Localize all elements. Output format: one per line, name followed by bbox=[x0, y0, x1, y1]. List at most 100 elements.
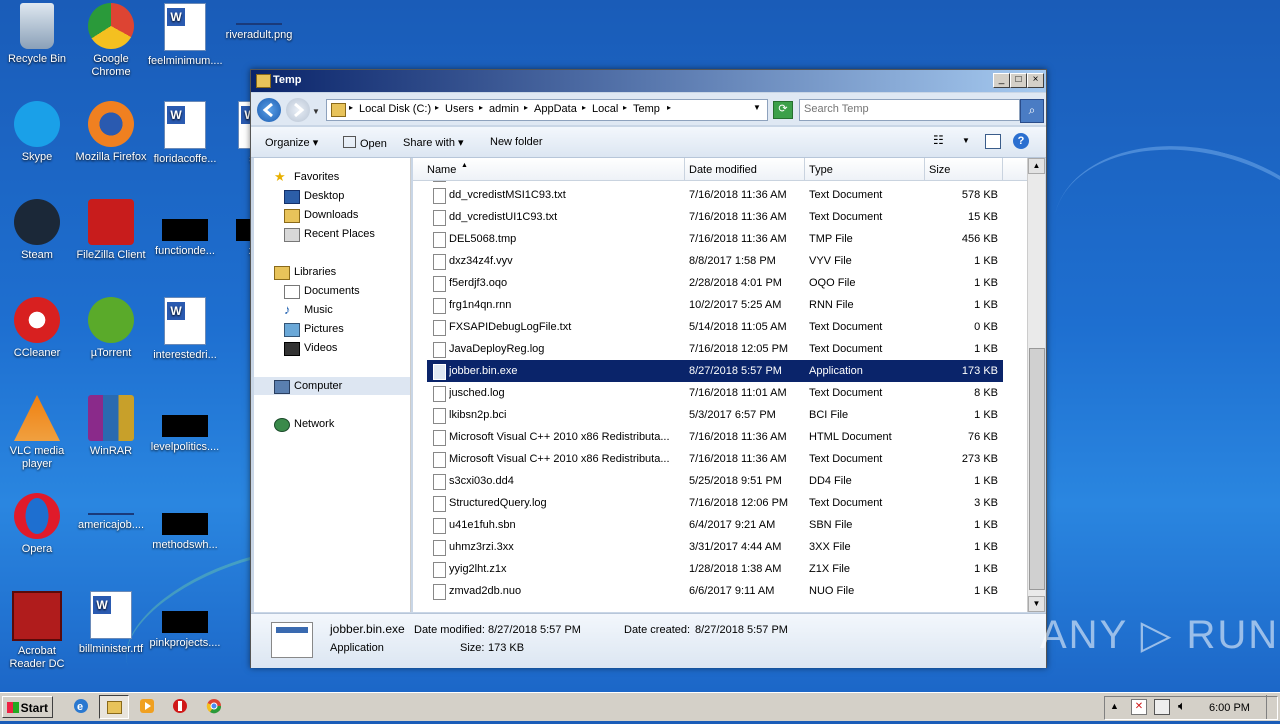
file-row[interactable]: Microsoft Visual C++ 2010 x86 Redistribu… bbox=[427, 448, 1003, 470]
file-row[interactable]: dd_vcredistMSI1C93.txt 7/16/2018 11:36 AM… bbox=[427, 184, 1003, 206]
show-hidden-icons-icon[interactable]: ▲ bbox=[1110, 701, 1119, 711]
desktop-icon-skype[interactable]: Skype bbox=[0, 101, 74, 164]
file-row[interactable]: zmvad2db.nuo 6/6/2017 9:11 AM NUO File 1 KB bbox=[427, 580, 1003, 602]
breadcrumb-separator[interactable]: ▸ bbox=[582, 103, 586, 112]
media-player-icon[interactable] bbox=[138, 697, 156, 715]
nav-computer[interactable]: Computer bbox=[254, 377, 410, 395]
clock[interactable]: 6:00 PM bbox=[1209, 702, 1250, 714]
desktop-icon-interestedri[interactable]: Winterestedri... bbox=[148, 297, 222, 362]
breadcrumb-admin[interactable]: admin bbox=[489, 103, 519, 115]
file-row[interactable]: yyig2lht.z1x 1/28/2018 1:38 AM Z1X File 1 K… bbox=[427, 558, 1003, 580]
chrome-icon[interactable] bbox=[205, 697, 223, 715]
scroll-down-icon[interactable]: ▼ bbox=[1028, 596, 1045, 612]
action-center-icon[interactable]: ✕ bbox=[1131, 699, 1147, 715]
file-row[interactable]: u41e1fuh.sbn 6/4/2017 9:21 AM SBN File 1 KB bbox=[427, 514, 1003, 536]
breadcrumb-local[interactable]: Local bbox=[592, 103, 618, 115]
desktop-icon-functionde[interactable]: functionde... bbox=[148, 199, 222, 258]
start-button[interactable]: Start bbox=[2, 696, 53, 718]
share-with-button[interactable]: Share with ▾ bbox=[403, 136, 464, 149]
file-row[interactable]: jobber.bin.exe 8/27/2018 5:57 PM Applicati… bbox=[427, 360, 1003, 382]
internet-explorer-icon[interactable]: e bbox=[72, 697, 90, 715]
address-dropdown-icon[interactable]: ▼ bbox=[753, 103, 761, 112]
file-row[interactable]: f5erdjf3.oqo 2/28/2018 4:01 PM OQO File 1 K… bbox=[427, 272, 1003, 294]
desktop-icon-levelpolitics[interactable]: levelpolitics.... bbox=[148, 395, 222, 454]
file-row[interactable]: uhmz3rzi.3xx 3/31/2017 4:44 AM 3XX File 1 K… bbox=[427, 536, 1003, 558]
preview-pane-icon[interactable] bbox=[985, 134, 1001, 149]
desktop-icon-steam[interactable]: Steam bbox=[0, 199, 74, 262]
column-divider[interactable] bbox=[1002, 158, 1003, 180]
file-row[interactable]: jusched.log 7/16/2018 11:01 AM Text Docume… bbox=[427, 382, 1003, 404]
file-row[interactable]: dd_vcredistUI1C93.txt 7/16/2018 11:36 AM T… bbox=[427, 206, 1003, 228]
close-button[interactable]: × bbox=[1027, 73, 1044, 88]
desktop-icon-riveradult-png[interactable]: riveradult.png bbox=[222, 3, 296, 42]
network-tray-icon[interactable] bbox=[1154, 699, 1170, 715]
breadcrumb-separator[interactable]: ▸ bbox=[435, 103, 439, 112]
desktop-icon-vlc-media-player[interactable]: VLC media player bbox=[0, 395, 74, 471]
show-desktop-button[interactable] bbox=[1266, 695, 1279, 719]
open-button[interactable]: Open bbox=[343, 136, 387, 150]
antivirus-icon[interactable] bbox=[171, 697, 189, 715]
breadcrumb-separator[interactable]: ▸ bbox=[623, 103, 627, 112]
file-row[interactable]: DEL5068.tmp 7/16/2018 11:36 AM TMP File 456… bbox=[427, 228, 1003, 250]
file-row[interactable]: frg1n4qn.rnn 10/2/2017 5:25 AM RNN File 1 K… bbox=[427, 294, 1003, 316]
column-divider[interactable] bbox=[804, 158, 805, 180]
view-dropdown-icon[interactable]: ▼ bbox=[962, 136, 970, 145]
desktop-icon-filezilla-client[interactable]: FileZilla Client bbox=[74, 199, 148, 262]
forward-button[interactable] bbox=[286, 98, 310, 122]
breadcrumb-separator[interactable]: ▸ bbox=[349, 103, 353, 112]
nav-desktop[interactable]: Desktop bbox=[254, 187, 410, 205]
breadcrumb-appdata[interactable]: AppData bbox=[534, 103, 577, 115]
breadcrumb-separator[interactable]: ▸ bbox=[524, 103, 528, 112]
file-row[interactable]: StructuredQuery.log 7/16/2018 12:06 PM Tex… bbox=[427, 492, 1003, 514]
windows-explorer-taskbar-button[interactable] bbox=[99, 695, 129, 719]
search-input[interactable] bbox=[800, 100, 1008, 118]
search-button[interactable]: ⌕ bbox=[1020, 99, 1044, 123]
scroll-up-icon[interactable]: ▲ bbox=[1028, 158, 1045, 174]
nav-music[interactable]: ♪ Music bbox=[254, 301, 410, 319]
desktop-icon-google-chrome[interactable]: Google Chrome bbox=[74, 3, 148, 79]
search-box[interactable] bbox=[799, 99, 1020, 121]
column-divider[interactable] bbox=[684, 158, 685, 180]
breadcrumb-temp[interactable]: Temp bbox=[633, 103, 660, 115]
refresh-button[interactable]: ⟳ bbox=[773, 101, 793, 119]
title-bar[interactable]: Temp _ □ × bbox=[251, 70, 1046, 92]
maximize-button[interactable]: □ bbox=[1010, 73, 1027, 88]
breadcrumb[interactable]: ▸ Local Disk (C:) ▸ Users ▸ admin ▸ AppD… bbox=[326, 99, 768, 121]
file-row[interactable]: FXSAPIDebugLogFile.txt 5/14/2018 11:05 AM… bbox=[427, 316, 1003, 338]
desktop-icon-ccleaner[interactable]: CCleaner bbox=[0, 297, 74, 360]
nav-pictures[interactable]: Pictures bbox=[254, 320, 410, 338]
organize-button[interactable]: Organize ▾ bbox=[265, 136, 318, 149]
column-header-type[interactable]: Type bbox=[809, 164, 833, 176]
desktop-icon-torrent[interactable]: µTorrent bbox=[74, 297, 148, 360]
desktop-icon-methodswh[interactable]: methodswh... bbox=[148, 493, 222, 552]
minimize-button[interactable]: _ bbox=[993, 73, 1010, 88]
view-options-icon[interactable]: ☷ bbox=[933, 133, 944, 147]
desktop-icon-billminister-rtf[interactable]: Wbillminister.rtf bbox=[74, 591, 148, 656]
volume-icon[interactable]: 🔈︎ bbox=[1178, 698, 1186, 714]
nav-videos[interactable]: Videos bbox=[254, 339, 410, 357]
file-row[interactable]: dxz34z4f.vyv 8/8/2017 1:58 PM VYV File 1 KB bbox=[427, 250, 1003, 272]
desktop-icon-mozilla-firefox[interactable]: Mozilla Firefox bbox=[74, 101, 148, 164]
desktop-icon-acrobat-reader-dc[interactable]: Acrobat Reader DC bbox=[0, 591, 74, 671]
desktop-icon-americajob[interactable]: americajob.... bbox=[74, 493, 148, 532]
file-row[interactable]: JavaDeployReg.log 7/16/2018 12:05 PM Text … bbox=[427, 338, 1003, 360]
vertical-scrollbar[interactable]: ▲ ▼ bbox=[1027, 158, 1045, 612]
desktop-icon-feelminimum[interactable]: Wfeelminimum.... bbox=[148, 3, 223, 68]
desktop-icon-floridacoffe[interactable]: Wfloridacoffe... bbox=[148, 101, 222, 166]
desktop-icon-recycle-bin[interactable]: Recycle Bin bbox=[0, 3, 74, 66]
column-header-size[interactable]: Size bbox=[929, 164, 950, 176]
column-header-name[interactable]: Name bbox=[427, 164, 456, 176]
breadcrumb-users[interactable]: Users bbox=[445, 103, 474, 115]
desktop-icon-winrar[interactable]: WinRAR bbox=[74, 395, 148, 458]
nav-favorites[interactable]: ★ Favorites bbox=[254, 168, 410, 186]
breadcrumb-local-disk[interactable]: Local Disk (C:) bbox=[359, 103, 431, 115]
desktop-icon-pinkprojects[interactable]: pinkprojects.... bbox=[148, 591, 222, 650]
file-row[interactable]: lkibsn2p.bci 5/3/2017 6:57 PM BCI File 1 KB bbox=[427, 404, 1003, 426]
desktop-icon-opera[interactable]: Opera bbox=[0, 493, 74, 556]
breadcrumb-separator[interactable]: ▸ bbox=[667, 103, 671, 112]
help-icon[interactable]: ? bbox=[1013, 133, 1029, 149]
nav-downloads[interactable]: Downloads bbox=[254, 206, 410, 224]
column-header-date-modified[interactable]: Date modified bbox=[689, 164, 757, 176]
nav-documents[interactable]: Documents bbox=[254, 282, 410, 300]
back-button[interactable] bbox=[257, 98, 281, 122]
